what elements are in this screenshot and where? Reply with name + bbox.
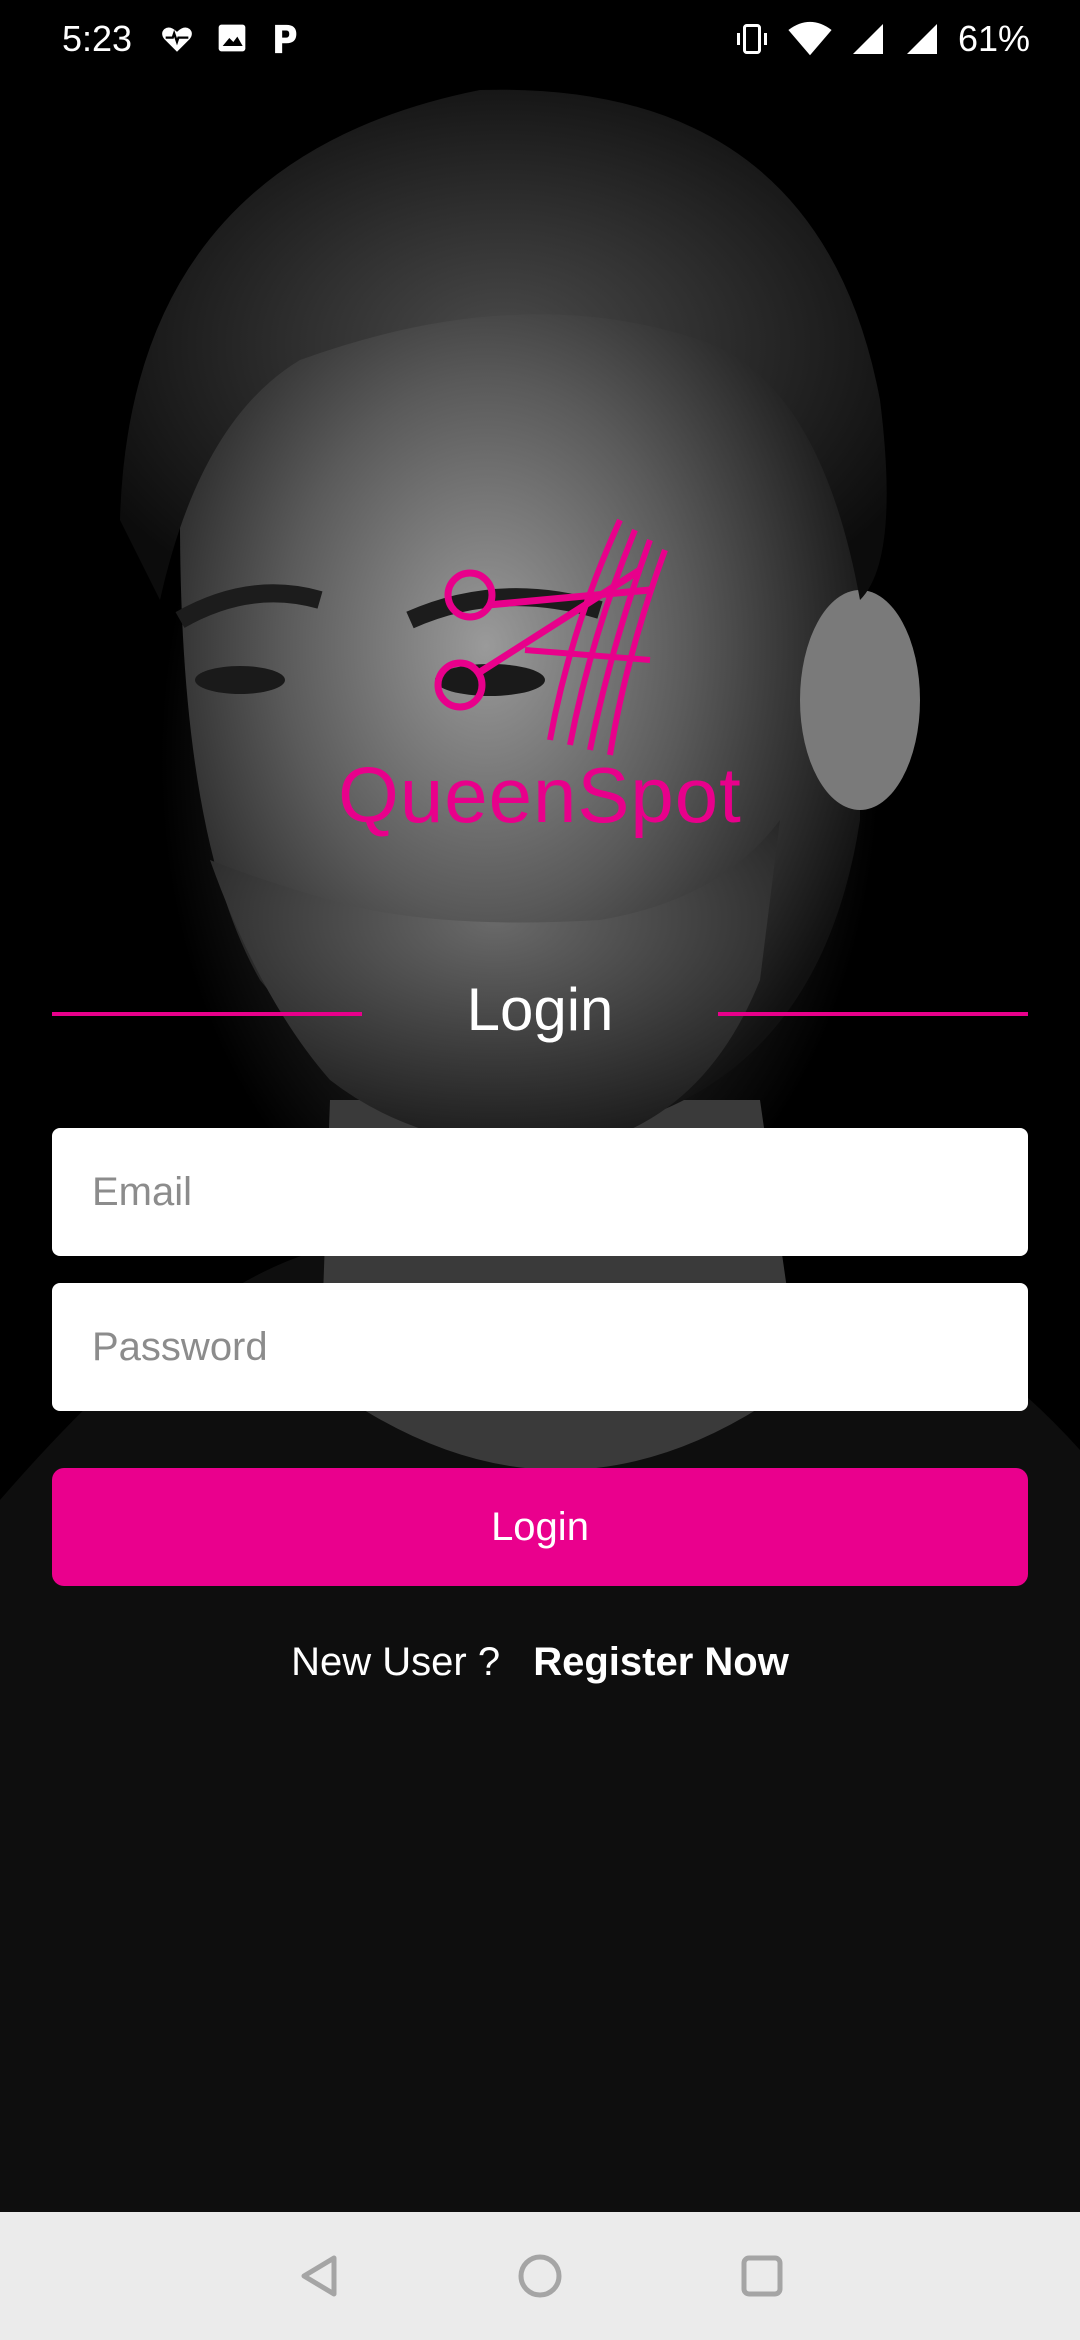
new-user-label: New User ? <box>291 1640 501 1684</box>
status-right: 61% <box>734 18 1030 60</box>
login-title: Login <box>466 976 614 1043</box>
login-button[interactable]: Login <box>52 1468 1028 1586</box>
status-bar: 5:23 61% <box>0 0 1080 80</box>
scissors-comb-icon <box>434 518 668 756</box>
navigation-bar <box>0 2212 1080 2340</box>
brand-name: QueenSpot <box>338 751 742 839</box>
recents-icon[interactable] <box>732 2246 792 2306</box>
status-left-icons <box>160 22 300 56</box>
divider-line-right <box>718 1012 1028 1016</box>
heart-pulse-icon <box>162 27 192 52</box>
vibrate-icon <box>736 24 767 54</box>
login-screen: 5:23 61% QueenSpot Login Email Login New… <box>0 0 1080 2212</box>
brand-logo: QueenSpot <box>320 510 760 860</box>
wifi-icon <box>788 21 832 56</box>
register-now-link[interactable]: Register Now <box>533 1640 789 1684</box>
battery-percentage: 61% <box>957 18 1030 59</box>
home-icon[interactable] <box>510 2246 570 2306</box>
login-heading: Login <box>52 975 1028 1055</box>
register-row: New User ? Register Now <box>0 1640 1080 1685</box>
password-field[interactable] <box>52 1283 1028 1411</box>
signal-icon <box>852 24 883 54</box>
status-time: 5:23 <box>62 18 133 59</box>
image-icon <box>218 24 246 52</box>
parking-icon <box>275 24 297 54</box>
signal-icon <box>906 24 937 54</box>
background-photo <box>0 89 1080 2212</box>
email-field[interactable] <box>52 1128 1028 1256</box>
back-icon[interactable] <box>290 2246 350 2306</box>
